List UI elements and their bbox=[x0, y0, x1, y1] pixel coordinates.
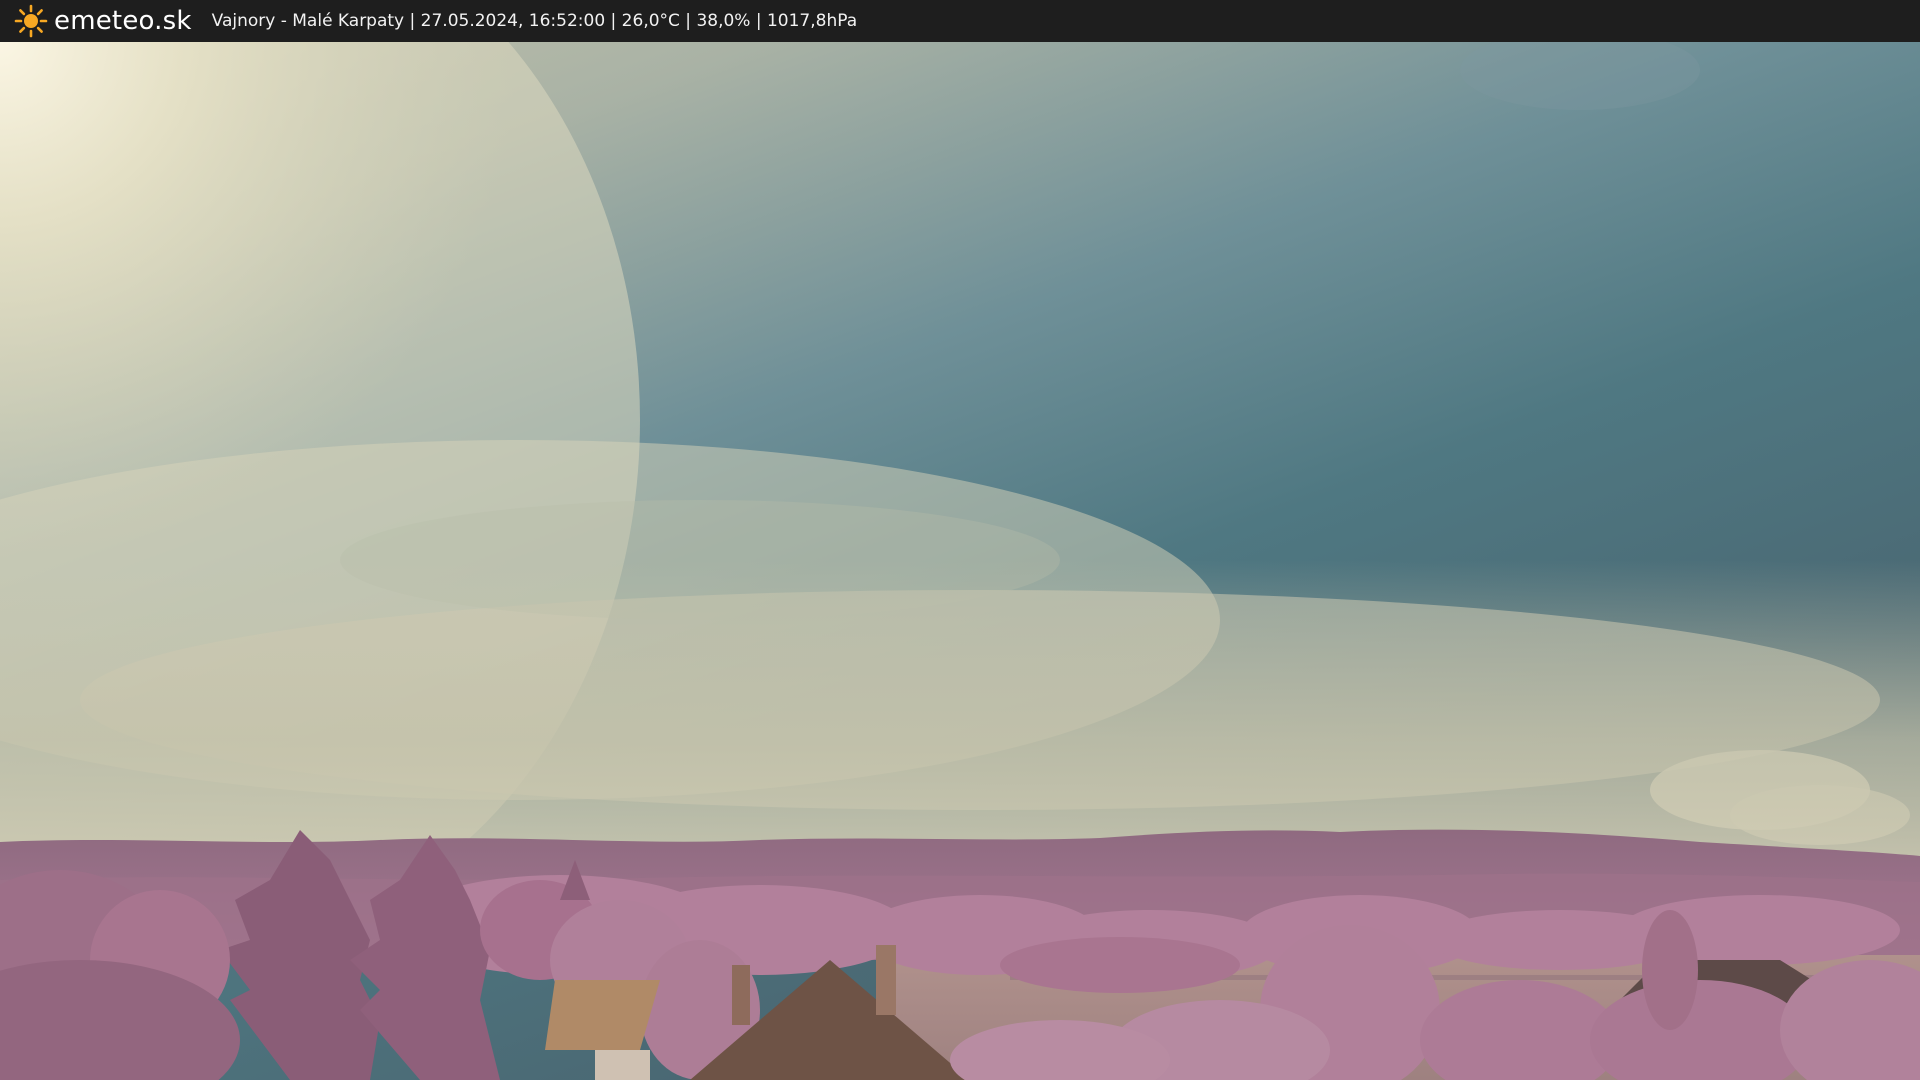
landscape-scene bbox=[0, 0, 1920, 1080]
weather-status: Vajnory - Malé Karpaty | 27.05.2024, 16:… bbox=[211, 11, 858, 31]
sun-icon bbox=[14, 4, 48, 38]
webcam-view: emeteo.sk Vajnory - Malé Karpaty | 27.05… bbox=[0, 0, 1920, 1080]
emeteo-logo[interactable]: emeteo.sk bbox=[14, 4, 192, 38]
clouds bbox=[0, 0, 1920, 940]
header-bar: emeteo.sk Vajnory - Malé Karpaty | 27.05… bbox=[0, 0, 1920, 42]
logo-text: emeteo.sk bbox=[54, 6, 192, 36]
